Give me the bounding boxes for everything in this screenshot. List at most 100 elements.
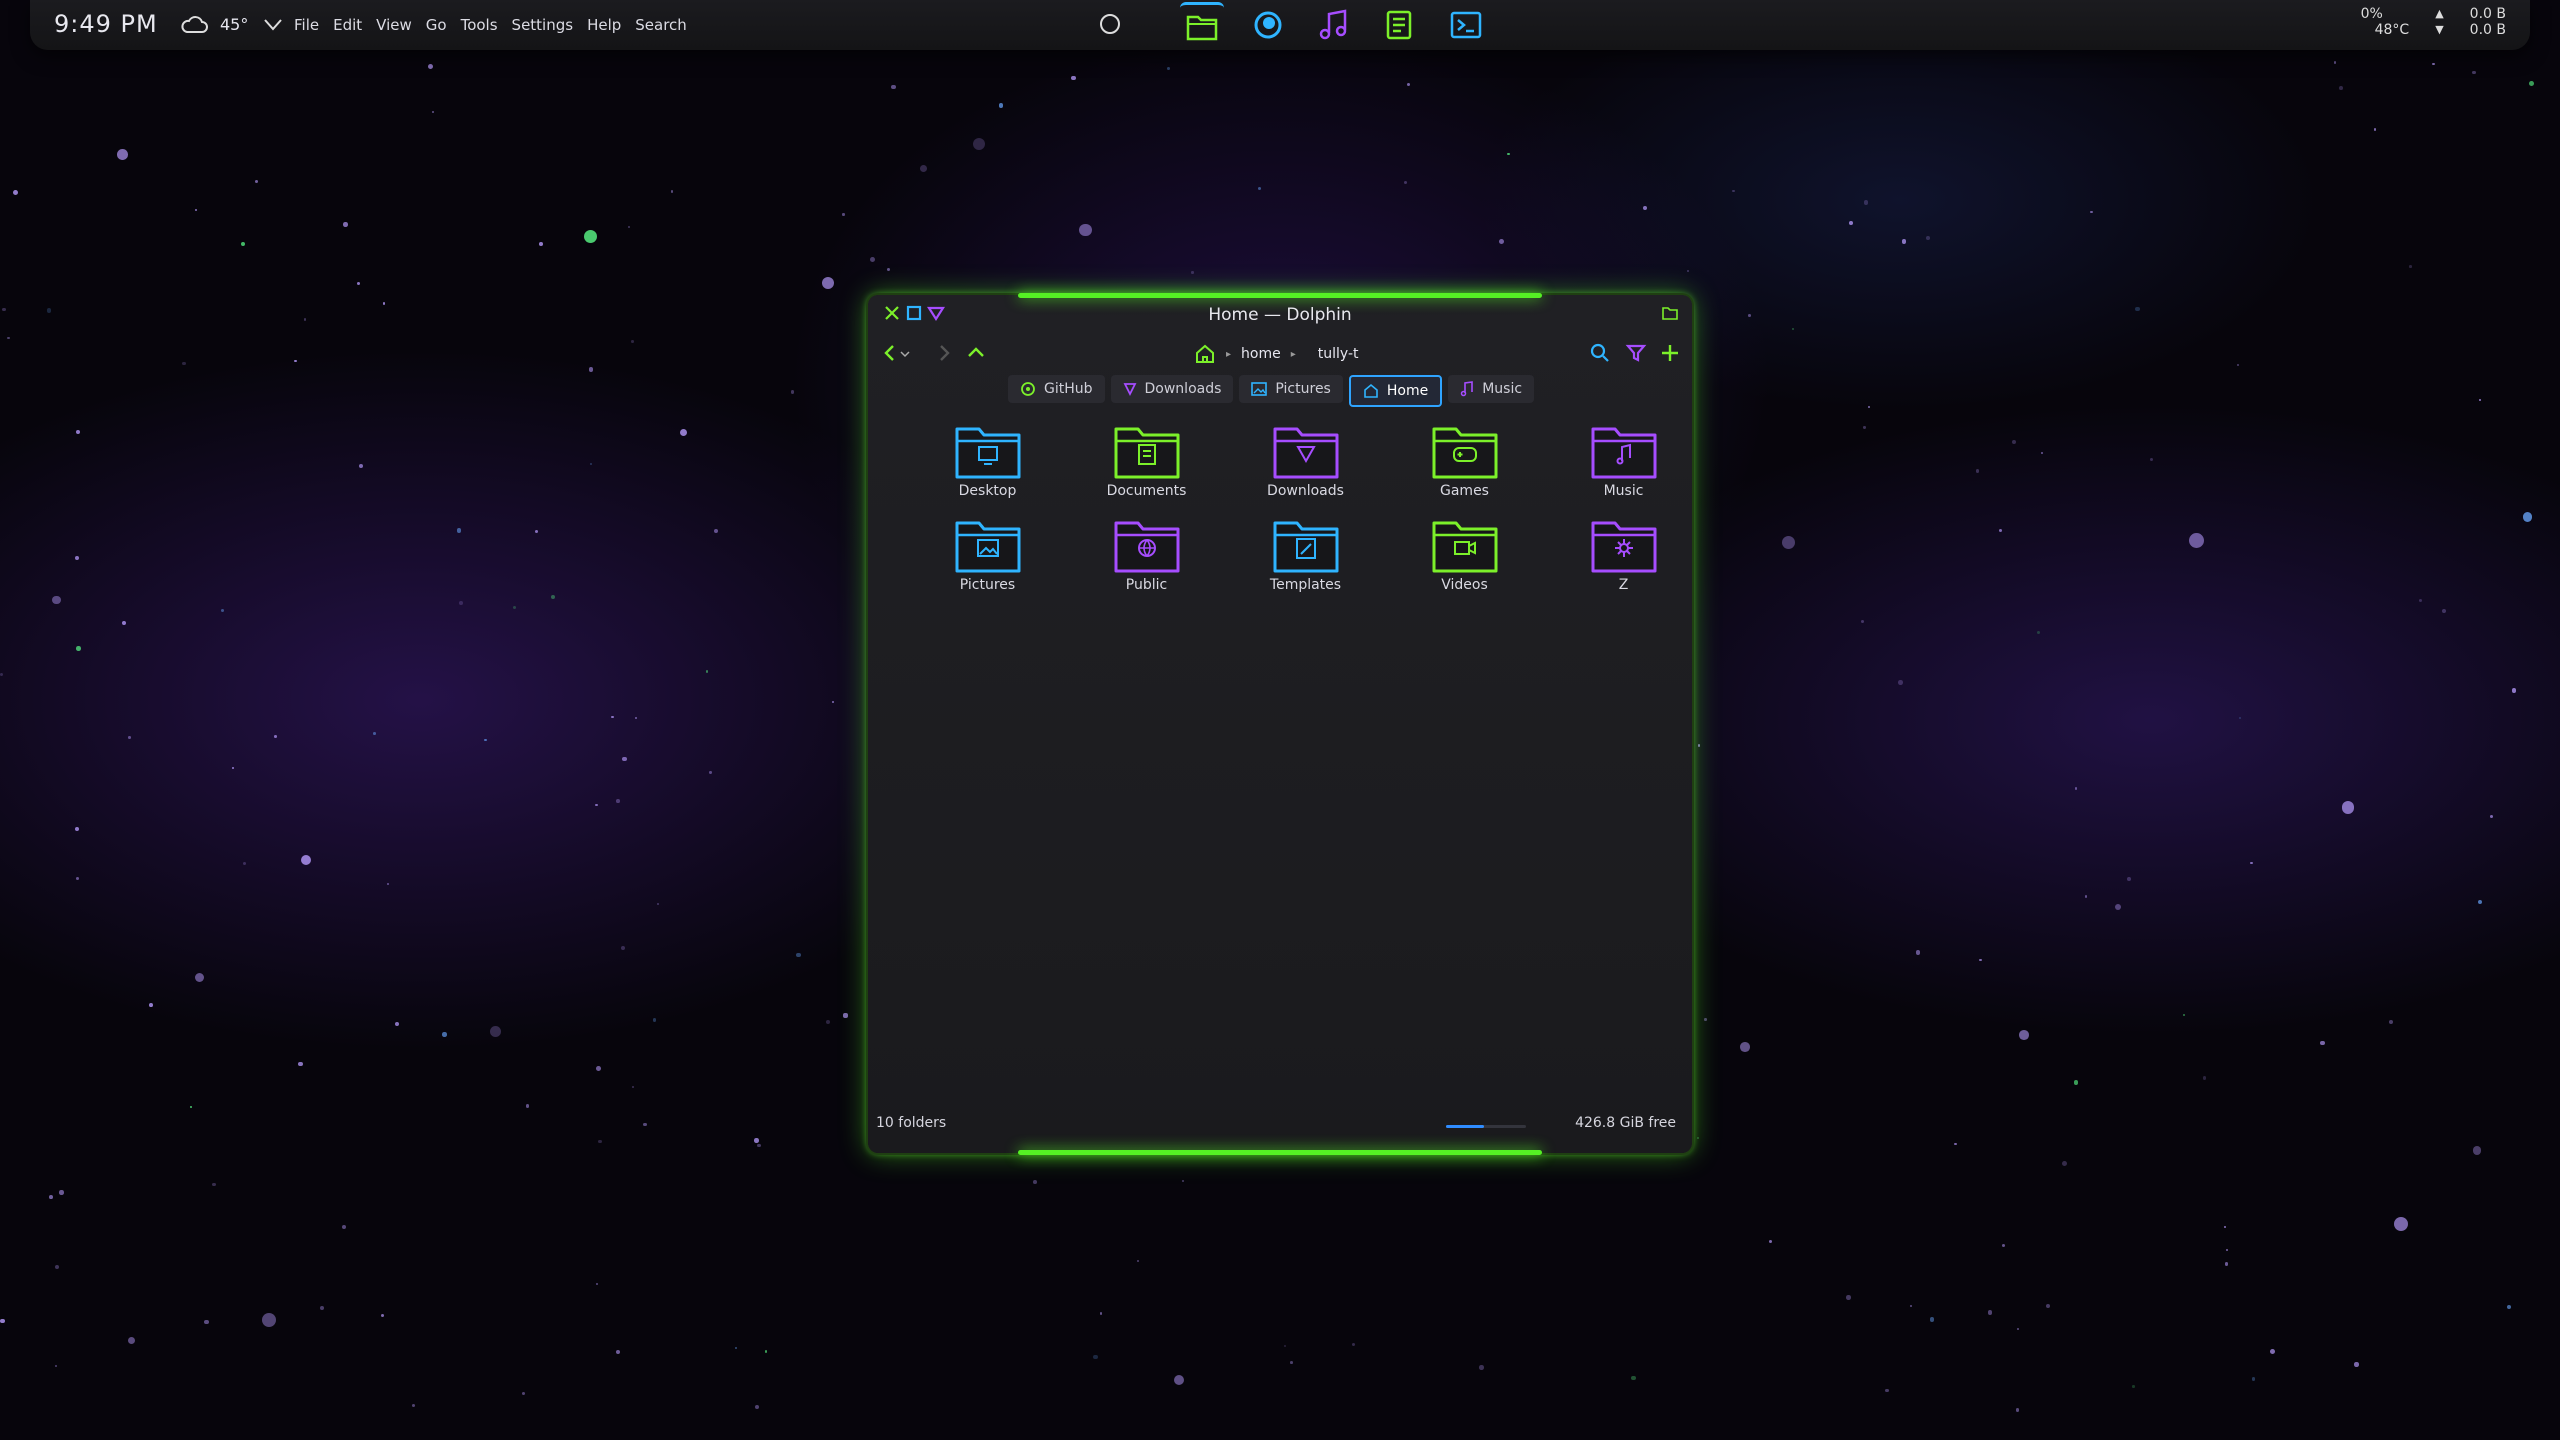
forward-icon[interactable] xyxy=(932,341,956,365)
new-tab-icon[interactable] xyxy=(1658,341,1682,365)
folder-label: Games xyxy=(1440,483,1489,499)
folder-music[interactable]: Music xyxy=(1544,423,1703,499)
cloud-icon[interactable] xyxy=(180,13,208,35)
folder-icon xyxy=(1273,521,1338,573)
place-music[interactable]: Music xyxy=(1448,375,1535,403)
arrow-down-icon: ▼ xyxy=(2435,23,2444,36)
search-icon[interactable] xyxy=(1588,341,1612,365)
folder-icon xyxy=(1114,427,1179,479)
dock-browser[interactable] xyxy=(1246,3,1290,47)
breadcrumb-tully-t[interactable]: tully-t xyxy=(1306,346,1359,362)
menu-help[interactable]: Help xyxy=(587,16,621,34)
cpu-temp: 48°C xyxy=(2374,22,2410,38)
folder-label: Public xyxy=(1125,577,1168,593)
picture-icon xyxy=(1251,382,1268,396)
weather-temperature: 45° xyxy=(220,15,249,34)
disk-usage-bar xyxy=(1446,1125,1526,1128)
status-bar: 10 folders 426.8 GiB free xyxy=(876,1115,1676,1135)
folder-videos[interactable]: Videos xyxy=(1385,517,1544,593)
place-label: GitHub xyxy=(1044,381,1093,397)
places-bar: GitHub Downloads Pictures Home Music xyxy=(1008,375,1535,407)
folder-icon xyxy=(955,521,1020,573)
music-note-icon xyxy=(1319,9,1347,40)
folder-label: Documents xyxy=(1106,483,1187,499)
folder-icon xyxy=(1186,15,1218,40)
dolphin-window: Home — Dolphin ▸ home ▸ tully-t GitHub D… xyxy=(868,293,1692,1155)
folder-count: 10 folders xyxy=(876,1115,947,1131)
place-label: Music xyxy=(1482,381,1523,397)
folder-templates[interactable]: Templates xyxy=(1226,517,1385,593)
global-menu: File Edit View Go Tools Settings Help Se… xyxy=(294,16,687,34)
home-icon xyxy=(1364,383,1378,398)
folder-downloads[interactable]: Downloads xyxy=(1226,423,1385,499)
breadcrumb: ▸ home ▸ tully-t xyxy=(1194,343,1359,365)
folder-view: Desktop Documents Downloads Games Music Pictu… xyxy=(908,423,1703,593)
folder-desktop[interactable]: Desktop xyxy=(908,423,1067,499)
free-space[interactable]: 426.8 GiB free xyxy=(1575,1115,1676,1131)
folder-icon xyxy=(1591,427,1656,479)
toolbar: ▸ home ▸ tully-t xyxy=(868,335,1692,371)
place-pictures[interactable]: Pictures xyxy=(1239,375,1343,403)
folder-label: Desktop xyxy=(958,483,1017,499)
menu-edit[interactable]: Edit xyxy=(333,16,362,34)
folder-public[interactable]: Public xyxy=(1067,517,1226,593)
filter-icon[interactable] xyxy=(1624,341,1648,365)
title-bar[interactable]: Home — Dolphin xyxy=(868,295,1692,335)
disk-usage-fill xyxy=(1446,1125,1485,1128)
top-panel: 9:49 PM 45° File Edit View Go Tools Sett… xyxy=(30,0,2530,50)
folder-icon xyxy=(955,427,1020,479)
net-upload: 0.0 B xyxy=(2469,6,2506,22)
network-monitor[interactable]: 0.0 B 0.0 B xyxy=(2470,6,2506,38)
network-arrows: ▲ ▼ xyxy=(2435,6,2443,38)
folder-z[interactable]: Z xyxy=(1544,517,1703,593)
dock-notes[interactable] xyxy=(1378,3,1422,47)
menu-settings[interactable]: Settings xyxy=(512,16,574,34)
up-icon[interactable] xyxy=(964,341,988,365)
notes-icon xyxy=(1386,10,1412,40)
folder-games[interactable]: Games xyxy=(1385,423,1544,499)
folder-label: Music xyxy=(1603,483,1644,499)
breadcrumb-separator: ▸ xyxy=(1226,348,1232,360)
clock[interactable]: 9:49 PM xyxy=(54,10,158,38)
dock-dolphin[interactable] xyxy=(1180,1,1224,49)
github-icon xyxy=(1021,382,1035,396)
task-manager xyxy=(1180,0,1488,50)
breadcrumb-separator: ▸ xyxy=(1290,348,1296,360)
folder-label: Downloads xyxy=(1267,483,1344,499)
menu-file[interactable]: File xyxy=(294,16,319,34)
download-icon xyxy=(1123,383,1136,397)
back-history-chevron-icon[interactable] xyxy=(898,341,912,365)
place-downloads[interactable]: Downloads xyxy=(1110,375,1234,403)
folder-icon xyxy=(1432,427,1497,479)
folder-icon xyxy=(1114,521,1179,573)
breadcrumb-home[interactable]: home xyxy=(1241,346,1281,362)
folder-label: Templates xyxy=(1269,577,1342,593)
folder-icon xyxy=(1591,521,1656,573)
dock-music[interactable] xyxy=(1312,3,1356,47)
place-github[interactable]: GitHub xyxy=(1008,375,1105,403)
chevron-down-icon[interactable] xyxy=(262,13,284,35)
home-icon[interactable] xyxy=(1194,343,1216,365)
place-home[interactable]: Home xyxy=(1348,375,1443,407)
arrow-up-icon: ▲ xyxy=(2435,7,2444,20)
browser-icon xyxy=(1254,11,1282,39)
net-download: 0.0 B xyxy=(2469,22,2506,38)
cpu-monitor[interactable]: 0% 48°C xyxy=(2361,6,2410,38)
window-title: Home — Dolphin xyxy=(1208,305,1352,325)
place-label: Downloads xyxy=(1144,381,1222,397)
menu-view[interactable]: View xyxy=(376,16,412,34)
overview-button[interactable] xyxy=(1100,14,1120,34)
folder-documents[interactable]: Documents xyxy=(1067,423,1226,499)
folder-label: Pictures xyxy=(959,577,1016,593)
folder-menu-icon[interactable] xyxy=(1660,303,1680,323)
folder-label: Z xyxy=(1618,577,1629,593)
menu-tools[interactable]: Tools xyxy=(461,16,498,34)
folder-pictures[interactable]: Pictures xyxy=(908,517,1067,593)
dock-terminal[interactable] xyxy=(1444,3,1488,47)
music-note-icon xyxy=(1460,381,1474,397)
folder-label: Videos xyxy=(1441,577,1488,593)
cpu-usage: 0% xyxy=(2360,6,2383,22)
menu-go[interactable]: Go xyxy=(426,16,447,34)
menu-search[interactable]: Search xyxy=(635,16,687,34)
place-label: Home xyxy=(1386,383,1429,399)
